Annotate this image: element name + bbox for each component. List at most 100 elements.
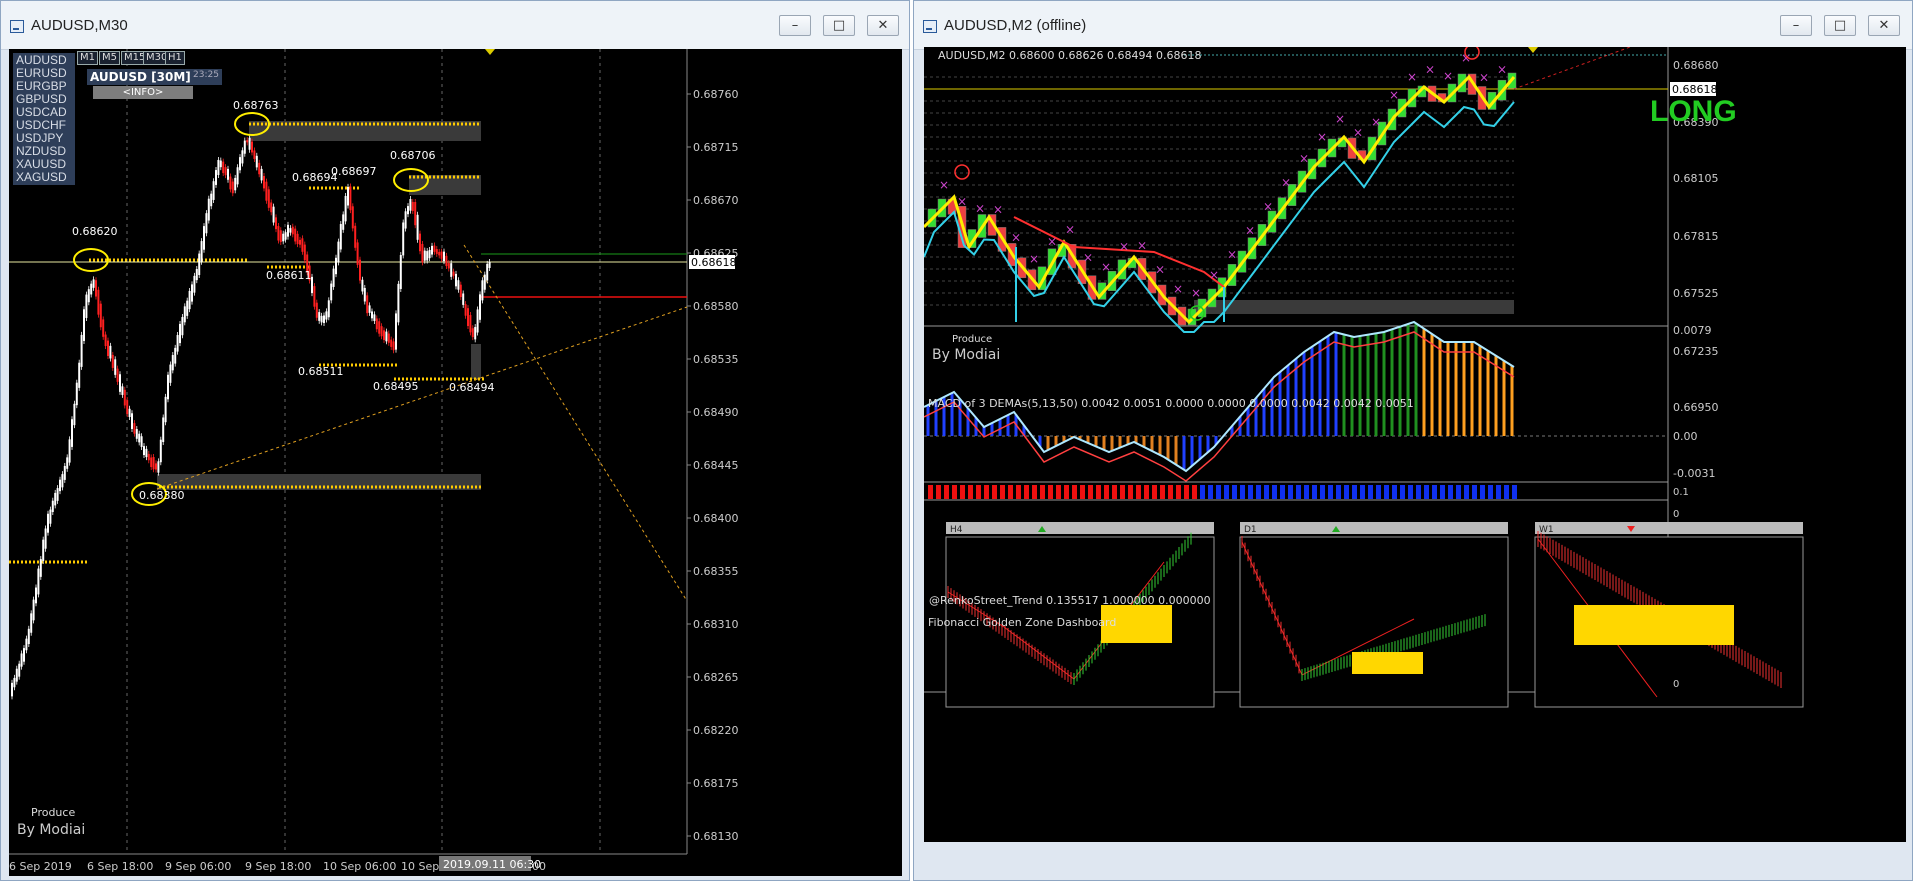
trend-bar <box>1400 485 1405 499</box>
renko-marker: × <box>1137 239 1147 253</box>
candle-body <box>330 283 333 301</box>
price-annotation: 0.68494 <box>449 381 495 394</box>
window-titlebar[interactable]: AUDUSD,M30 – □ ✕ <box>1 1 909 50</box>
trend-label: @RenkoStreet_Trend 0.135517 1.000000 0.0… <box>929 594 1211 607</box>
minimize-button[interactable]: – <box>1780 15 1812 36</box>
candle-body <box>138 433 141 443</box>
minimize-icon: – <box>791 18 799 33</box>
candle-body <box>488 261 491 268</box>
candle-body <box>366 295 369 314</box>
candle-body <box>371 311 373 319</box>
candle-body <box>56 488 59 501</box>
minimize-button[interactable]: – <box>779 15 811 36</box>
trend-bar <box>944 485 949 499</box>
candle-body <box>18 663 21 677</box>
candle-body <box>435 249 438 254</box>
candle-body <box>407 206 409 215</box>
candle-body <box>289 228 292 233</box>
trend-bar <box>1232 485 1237 499</box>
candle-body <box>476 309 479 333</box>
projection-line <box>1513 47 1632 90</box>
fib-panel-header <box>1535 522 1803 534</box>
info-button[interactable]: <INFO> <box>93 86 193 99</box>
candle-body <box>471 328 474 338</box>
timeframe-m5[interactable]: M5 <box>99 51 120 65</box>
candle-body <box>258 162 261 175</box>
candle-body <box>409 199 412 211</box>
candle-body <box>284 232 287 240</box>
candle-body <box>255 155 258 168</box>
trend-bar <box>1024 485 1029 499</box>
price-chart-m30[interactable]: 0.68760 0.68715 0.68670 0.68625 0.68580 0.685… <box>9 49 902 876</box>
trend-bar <box>1416 485 1421 499</box>
candle-body <box>479 294 481 320</box>
renko-marker: × <box>993 202 1003 216</box>
candle-body <box>49 509 52 524</box>
candle-body <box>128 408 131 417</box>
candle-body <box>474 327 477 340</box>
candle-body <box>445 255 448 267</box>
chart-window-icon <box>923 20 937 33</box>
trend-bar <box>1432 485 1437 499</box>
candle-body <box>469 315 472 333</box>
trend-bar <box>1376 485 1381 499</box>
candle-body <box>416 214 419 240</box>
price-annotation: 0.68511 <box>298 365 344 378</box>
candle-body <box>35 587 37 604</box>
trend-bar <box>1256 485 1261 499</box>
maximize-button[interactable]: □ <box>823 15 855 36</box>
chart-window-audusd-m2[interactable]: AUDUSD,M2 (offline) – □ ✕ 0.68680 0.68390… <box>913 0 1913 881</box>
candle-body <box>80 334 83 367</box>
price-axis-label: 0.68680 <box>1673 59 1719 72</box>
symbol-item-xagusd[interactable]: XAGUSD <box>13 170 75 185</box>
candle-body <box>207 198 210 221</box>
trend-bar <box>1208 485 1213 499</box>
candle-body <box>102 319 105 337</box>
time-axis-label: 6 Sep 18:00 <box>87 860 153 873</box>
candle-body <box>121 386 124 395</box>
candle-body <box>27 628 30 645</box>
candle-body <box>282 233 285 242</box>
candle-body <box>114 359 117 375</box>
trend-bar <box>1488 485 1493 499</box>
candle-body <box>63 465 66 480</box>
time-axis-label: 9 Sep 18:00 <box>245 860 311 873</box>
fib-golden-zone <box>1352 652 1423 674</box>
close-icon: ✕ <box>1878 18 1890 33</box>
renko-marker: × <box>1065 222 1075 236</box>
trend-bar <box>1152 485 1157 499</box>
candle-body <box>459 284 462 298</box>
renko-marker: × <box>1317 130 1327 144</box>
window-titlebar[interactable]: AUDUSD,M2 (offline) – □ ✕ <box>914 1 1912 50</box>
price-chart-m2[interactable]: 0.68680 0.68390 0.68105 0.67815 0.67525 0.672… <box>924 47 1906 877</box>
trend-bar <box>1064 485 1069 499</box>
renko-marker: × <box>1011 230 1021 244</box>
close-button[interactable]: ✕ <box>1868 15 1900 36</box>
fib-axis-label: 0 <box>1673 509 1679 520</box>
trend-bar <box>1352 485 1357 499</box>
price-annotation: 0.68380 <box>139 489 185 502</box>
watermark-author: By Modiai <box>17 822 86 838</box>
trend-bar <box>1168 485 1173 499</box>
candle-body <box>174 347 177 364</box>
candle-body <box>373 314 376 321</box>
trend-bar <box>1144 485 1149 499</box>
maximize-button[interactable]: □ <box>1824 15 1856 36</box>
chart-window-audusd-m30[interactable]: AUDUSD,M30 – □ ✕ 0.68760 0.68715 0.68670 0.… <box>0 0 910 881</box>
trend-bar <box>1408 485 1413 499</box>
timeframe-m1[interactable]: M1 <box>77 51 98 65</box>
window-title: AUDUSD,M2 (offline) <box>944 17 1087 34</box>
watermark-produce: Produce <box>952 334 993 345</box>
candle-body <box>320 315 323 323</box>
timeframe-h1[interactable]: H1 <box>165 51 185 65</box>
candle-body <box>212 181 215 200</box>
candle-body <box>23 648 25 662</box>
trend-bar <box>936 485 941 499</box>
candle-body <box>248 137 251 150</box>
renko-marker: × <box>1281 175 1291 189</box>
close-button[interactable]: ✕ <box>867 15 899 36</box>
candle-body <box>83 309 85 341</box>
macd-axis-label: 0.00 <box>1673 430 1698 443</box>
candle-body <box>279 230 282 243</box>
renko-marker: × <box>1299 151 1309 165</box>
